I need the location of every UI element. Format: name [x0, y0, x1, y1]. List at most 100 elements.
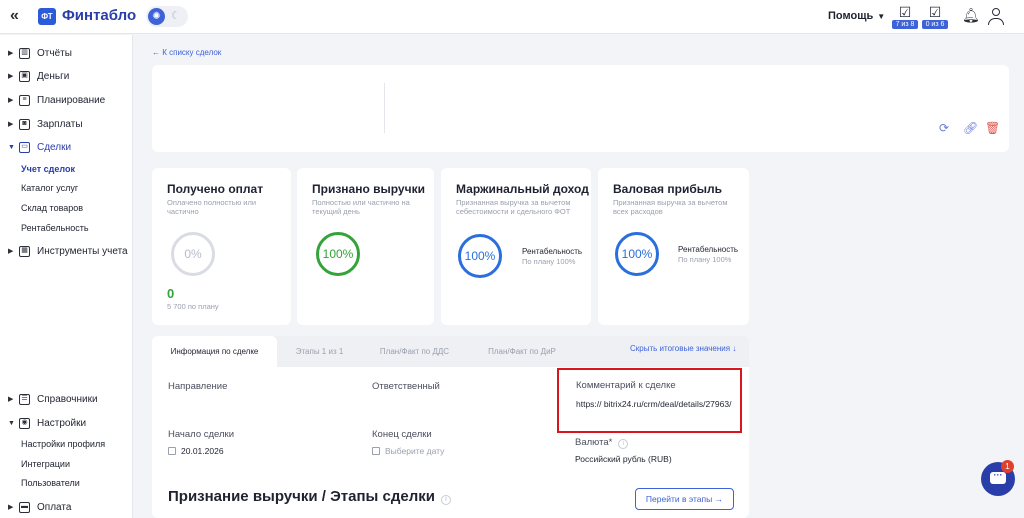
- sidebar-item-money[interactable]: ▶ ▣ Деньги: [8, 68, 69, 84]
- tab-stages[interactable]: Этапы 1 из 1: [277, 336, 362, 367]
- section-title: Признание выручки / Этапы сделки i: [168, 488, 451, 505]
- top-bar: « ФТ Финтабло ✺ ☾ Помощь ▼ ☑ 7 из 8 ☑ 0 и…: [0, 0, 1024, 34]
- sidebar-item-payment[interactable]: ▶ ▬ Оплата: [8, 499, 71, 515]
- sidebar-subitem-integrations[interactable]: Интеграции: [21, 459, 70, 469]
- settings-icon: ◉: [19, 417, 30, 429]
- metric-title: Маржинальный доход: [456, 182, 589, 196]
- metric-subtitle: Оплачено полностью или частично: [167, 198, 257, 216]
- deal-comment-highlight[interactable]: Комментарий к сделке https:// bitrix24.r…: [557, 368, 742, 433]
- sidebar-subitem-deal-accounting[interactable]: Учет сделок: [21, 164, 75, 174]
- received-amount: 0: [167, 286, 175, 301]
- back-to-deals-link[interactable]: ← К списку сделок: [152, 48, 221, 57]
- sidebar-subitem-profile-settings[interactable]: Настройки профиля: [21, 439, 105, 449]
- wallet-icon: ▣: [19, 70, 30, 82]
- planning-icon: ≡: [19, 94, 30, 106]
- comment-label: Комментарий к сделке: [576, 380, 676, 391]
- progress-ring: 100%: [458, 234, 502, 278]
- sidebar-item-label: Отчёты: [37, 47, 72, 59]
- section-title-text: Признание выручки / Этапы сделки: [168, 488, 435, 505]
- end-date-field[interactable]: Выберите дату: [372, 446, 444, 456]
- metric-card-margin: Маржинальный доход Признанная выручка за…: [441, 168, 591, 325]
- hide-totals-label: Скрыть итоговые значения: [630, 344, 731, 353]
- sidebar-item-label: Деньги: [37, 70, 70, 82]
- sidebar-item-directories[interactable]: ▶ ☰ Справочники: [8, 391, 98, 407]
- metric-card-gross-profit: Валовая прибыль Признанная выручка за вы…: [598, 168, 749, 325]
- chevron-right-icon: ▶: [8, 97, 14, 104]
- theme-toggle[interactable]: ✺ ☾: [146, 6, 188, 27]
- help-label: Помощь: [828, 10, 874, 22]
- currency-label: Валюта* i: [575, 437, 629, 449]
- chevron-right-icon: ▶: [8, 121, 14, 128]
- tab-deal-info[interactable]: Информация по сделке: [152, 336, 277, 367]
- checklist-icon: ☑: [928, 4, 942, 20]
- salary-icon: ◙: [19, 118, 30, 130]
- tab-pnl-plan-fact[interactable]: План/Факт по ДиР: [467, 336, 577, 367]
- sidebar-subitem-warehouse[interactable]: Склад товаров: [21, 203, 83, 213]
- directory-icon: ☰: [19, 393, 30, 405]
- sidebar-subitem-profitability[interactable]: Рентабельность: [21, 223, 89, 233]
- metric-subtitle: Признанная выручка за вычетом себестоимо…: [456, 198, 571, 216]
- profitability-label: Рентабельность: [522, 247, 583, 256]
- currency-label-text: Валюта*: [575, 437, 613, 448]
- deal-header-card: ⟳ 🔗︎ 🗑︎: [152, 65, 1009, 152]
- sidebar-item-reports[interactable]: ▶ ▥ Отчёты: [8, 45, 72, 61]
- sidebar-subitem-users[interactable]: Пользователи: [21, 478, 80, 488]
- delete-icon[interactable]: 🗑︎: [985, 121, 1000, 135]
- checklist-icon: ☑: [898, 4, 912, 20]
- caret-down-icon: ▼: [877, 12, 886, 21]
- tasks-badge: 0 из 6: [922, 20, 948, 29]
- progress-ring: 100%: [615, 232, 659, 276]
- profitability-plan: По плану 100%: [678, 255, 732, 264]
- sidebar-item-salaries[interactable]: ▶ ◙ Зарплаты: [8, 116, 83, 132]
- link-icon[interactable]: 🔗︎: [963, 121, 978, 135]
- brand-name[interactable]: Финтабло: [62, 7, 136, 24]
- sun-icon: ✺: [148, 8, 165, 25]
- metric-title: Валовая прибыль: [613, 182, 722, 196]
- collapse-sidebar-icon[interactable]: «: [10, 7, 19, 25]
- moon-icon: ☾: [171, 10, 181, 22]
- calendar-icon: [168, 447, 176, 455]
- sidebar-item-label: Инструменты учета: [37, 245, 128, 257]
- chevron-right-icon: ▶: [8, 396, 14, 403]
- chevron-right-icon: ▶: [8, 248, 14, 255]
- progress-ring: 100%: [316, 232, 360, 276]
- tab-cashflow-plan-fact[interactable]: План/Факт по ДДС: [362, 336, 467, 367]
- bell-icon[interactable]: 🔔︎: [962, 7, 980, 24]
- refresh-icon[interactable]: ⟳: [939, 121, 949, 135]
- chevron-down-icon: ▼: [8, 143, 15, 151]
- hide-totals-link[interactable]: Скрыть итоговые значения ↓: [630, 344, 736, 353]
- responsible-label: Ответственный: [372, 381, 440, 392]
- metric-subtitle: Признанная выручка за вычетом всех расхо…: [613, 198, 728, 216]
- sidebar-item-label: Справочники: [37, 393, 98, 405]
- info-icon[interactable]: i: [440, 495, 451, 505]
- sidebar-subitem-services[interactable]: Каталог услуг: [21, 183, 78, 193]
- calendar-icon: [372, 447, 380, 455]
- sidebar-item-label: Зарплаты: [37, 118, 83, 130]
- user-icon[interactable]: [986, 6, 1006, 28]
- tasks-widget-2[interactable]: ☑ 0 из 6: [922, 5, 948, 29]
- tasks-widget-1[interactable]: ☑ 7 из 8: [892, 5, 918, 29]
- sidebar-item-deals[interactable]: ▼ ▭ Сделки: [8, 139, 71, 155]
- deals-icon: ▭: [19, 141, 30, 153]
- tasks-badge: 7 из 8: [892, 20, 918, 29]
- chevron-right-icon: ▶: [8, 73, 14, 80]
- metric-card-payments: Получено оплат Оплачено полностью или ча…: [152, 168, 291, 325]
- end-date-placeholder: Выберите дату: [385, 446, 445, 456]
- sidebar-item-tools[interactable]: ▶ ▦ Инструменты учета: [8, 243, 128, 259]
- currency-value[interactable]: Российский рубль (RUB): [575, 454, 672, 464]
- card-icon: ▬: [19, 501, 30, 513]
- sidebar-item-settings[interactable]: ▼ ◉ Настройки: [8, 415, 86, 431]
- direction-label: Направление: [168, 381, 228, 392]
- sidebar-item-planning[interactable]: ▶ ≡ Планирование: [8, 92, 105, 108]
- sidebar-item-label: Планирование: [37, 94, 106, 106]
- report-icon: ▥: [19, 47, 30, 59]
- start-date-label: Начало сделки: [168, 429, 235, 440]
- progress-ring: 0%: [171, 232, 215, 276]
- go-to-stages-button[interactable]: Перейти в этапы →: [635, 488, 734, 510]
- info-icon[interactable]: i: [618, 439, 629, 449]
- start-date-field[interactable]: 20.01.2026: [168, 446, 224, 456]
- metric-title: Признано выручки: [312, 182, 425, 196]
- help-menu[interactable]: Помощь ▼: [828, 10, 885, 22]
- metric-card-revenue: Признано выручки Полностью или частично …: [297, 168, 434, 325]
- start-date-value: 20.01.2026: [181, 446, 224, 456]
